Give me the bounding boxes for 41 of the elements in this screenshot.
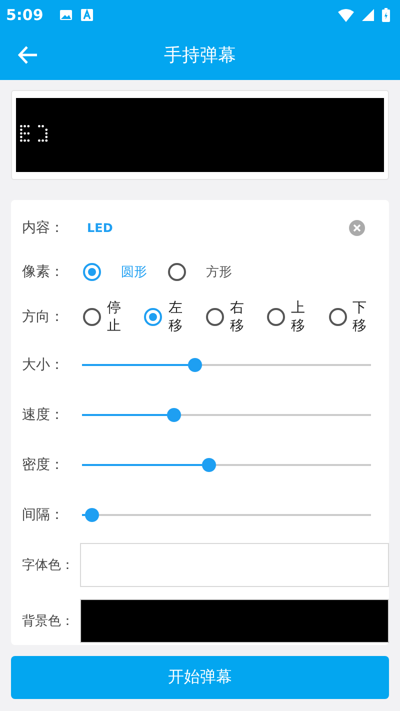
option-label: 停止 (107, 298, 121, 336)
color-swatch[interactable] (80, 543, 389, 587)
field-label: 字体色： (22, 557, 75, 574)
screen-title: 手持弹幕 (163, 44, 237, 67)
dot-matrix-drawing (20, 125, 50, 145)
radio-button[interactable] (206, 308, 224, 326)
option-label: 上移 (291, 298, 306, 336)
clear-icon[interactable] (349, 220, 365, 236)
slider-thumb[interactable] (167, 408, 182, 422)
option-label: 方形 (206, 264, 232, 281)
signal-icon (362, 9, 374, 21)
radio-button[interactable] (83, 263, 101, 281)
color-swatch[interactable] (80, 599, 389, 643)
field-label: 背景色： (22, 613, 75, 630)
radio-button[interactable] (267, 308, 286, 326)
field-label: 方向： (22, 308, 65, 326)
field-label: 内容： (22, 219, 65, 237)
option-label: 圆形 (121, 264, 147, 281)
start-button[interactable]: 开始弹幕 (11, 656, 389, 699)
back-arrow-icon[interactable] (18, 46, 38, 64)
font-icon (81, 9, 94, 21)
radio-button[interactable] (83, 308, 101, 326)
slider-thumb[interactable] (188, 358, 202, 372)
field-label: 密度： (22, 456, 65, 474)
content-input[interactable]: LED (87, 221, 349, 235)
radio-button[interactable] (168, 263, 186, 281)
option-label: 下移 (352, 298, 367, 336)
field-label: 像素： (22, 263, 65, 281)
field-label: 大小： (22, 356, 65, 374)
field-label: 间隔： (22, 506, 65, 524)
image-icon (59, 9, 74, 21)
radio-button[interactable] (328, 308, 347, 326)
option-label: 右移 (230, 298, 244, 336)
option-label: 左移 (168, 298, 182, 336)
radio-button[interactable] (144, 308, 162, 326)
wifi-icon (338, 8, 354, 22)
field-label: 速度： (22, 406, 65, 424)
slider-thumb[interactable] (85, 508, 100, 522)
status-time: 5:09 (6, 6, 44, 24)
slider-thumb[interactable] (202, 458, 216, 472)
battery-icon (382, 8, 390, 22)
